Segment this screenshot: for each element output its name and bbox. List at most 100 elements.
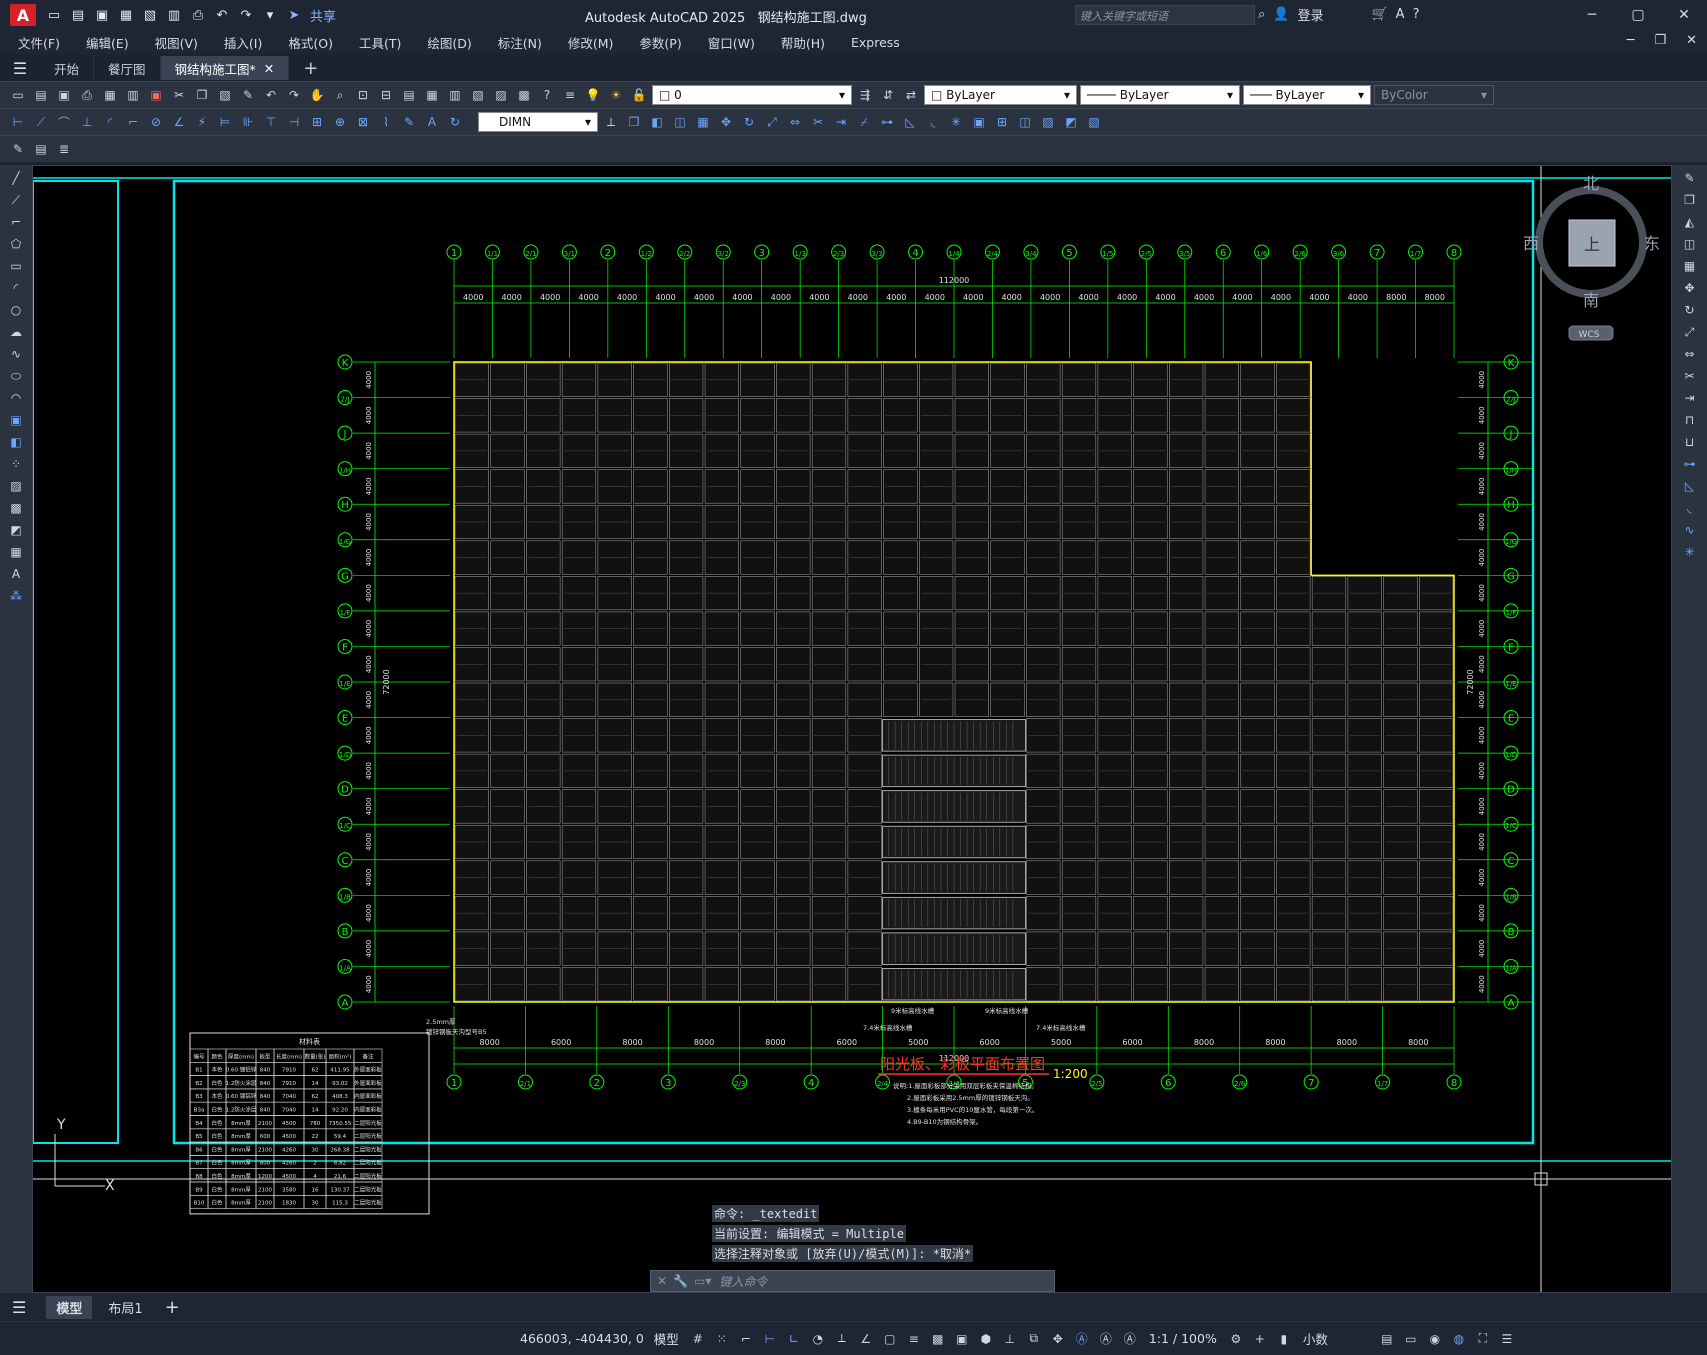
share-icon[interactable]: ➤ (284, 6, 304, 24)
undo-icon[interactable]: ↶ (261, 85, 281, 105)
layer-on-icon[interactable]: 💡 (583, 85, 603, 105)
customization-icon[interactable]: ☰ (1498, 1330, 1516, 1348)
doc-close-icon[interactable]: ✕ (1686, 33, 1697, 48)
menu-express[interactable]: Express (851, 35, 900, 50)
new-tab-button[interactable]: + (289, 56, 332, 80)
region-tool-icon[interactable]: ◩ (1061, 112, 1081, 132)
dynamic-input-icon[interactable]: ⊢ (761, 1330, 779, 1348)
menu-edit[interactable]: 编辑(E) (86, 33, 129, 52)
lineweight-icon[interactable]: ≡ (905, 1330, 923, 1348)
explode-tool-icon[interactable]: ✳ (946, 112, 966, 132)
user-icon[interactable]: 👤 (1273, 7, 1289, 22)
circle-icon[interactable]: ○ (5, 301, 27, 319)
menu-dimension[interactable]: 标注(N) (498, 33, 542, 52)
polygon-icon[interactable]: ⬠ (5, 235, 27, 253)
layer-dropdown[interactable]: □ 0 ▾ (652, 85, 852, 105)
fillet-icon[interactable]: ◟ (1679, 499, 1701, 517)
offset-tool-icon[interactable]: ◫ (670, 112, 690, 132)
rotate-tool-icon[interactable]: ↻ (739, 112, 759, 132)
revision-cloud-icon[interactable]: ☁ (5, 323, 27, 341)
menu-modify[interactable]: 修改(M) (568, 33, 614, 52)
join-tool-icon[interactable]: ⊶ (877, 112, 897, 132)
redo-icon[interactable]: ↷ (236, 6, 256, 24)
tab-layout1[interactable]: 布局1 (98, 1296, 152, 1319)
continue-icon[interactable]: ⊪ (238, 112, 258, 132)
text-edit-icon[interactable]: ✎ (8, 139, 28, 159)
annotation-scale-dropdown[interactable]: 1:1 / 100% (1149, 1331, 1217, 1346)
command-close-icon[interactable]: ✕ (657, 1274, 667, 1288)
linear-dimension-icon[interactable]: ⊢ (8, 112, 28, 132)
add-layout-icon[interactable]: + (165, 1297, 180, 1318)
plot-icon[interactable]: ⎙ (77, 85, 97, 105)
make-current-layer-icon[interactable]: ⇶ (855, 85, 875, 105)
menu-parametric[interactable]: 参数(P) (639, 33, 681, 52)
layout-menu-icon[interactable]: ☰ (12, 1298, 26, 1317)
layer-properties-icon[interactable]: ≡ (560, 85, 580, 105)
group-tool-icon[interactable]: ◫ (1015, 112, 1035, 132)
dimstyle-manager-icon[interactable]: ⟂ (601, 112, 621, 132)
mirror-icon[interactable]: ◭ (1679, 213, 1701, 231)
plot-icon[interactable]: ▥ (164, 6, 184, 24)
publish-icon[interactable]: ▧ (140, 6, 160, 24)
command-input[interactable]: 键入命令 (719, 1273, 767, 1290)
tab-close-icon[interactable]: ✕ (264, 61, 274, 76)
inspection-icon[interactable]: ⊠ (353, 112, 373, 132)
multiline-text-icon[interactable]: A (5, 565, 27, 583)
block-tool-icon[interactable]: ▣ (969, 112, 989, 132)
tool-palettes-icon[interactable]: ▥ (445, 85, 465, 105)
3d-osnap-icon[interactable]: ⬢ (977, 1330, 995, 1348)
selection-cycling-icon[interactable]: ▣ (953, 1330, 971, 1348)
layer-states-icon[interactable]: ⇄ (901, 85, 921, 105)
zoom-previous-icon[interactable]: ⊟ (376, 85, 396, 105)
annotation-monitor-icon[interactable]: + (1251, 1330, 1269, 1348)
erase-icon[interactable]: ✎ (1679, 169, 1701, 187)
undo-icon[interactable]: ↶ (212, 6, 232, 24)
search-input[interactable]: 键入关键字或短语 (1075, 5, 1255, 25)
make-block-icon[interactable]: ◧ (5, 433, 27, 451)
print-icon[interactable]: ⎙ (188, 6, 208, 24)
help-icon[interactable]: ? (537, 85, 557, 105)
break-icon[interactable]: ⊔ (1679, 433, 1701, 451)
stretch-tool-icon[interactable]: ⇔ (785, 112, 805, 132)
command-recent-icon[interactable]: ▭▾ (694, 1274, 711, 1288)
isodraft-icon[interactable]: ⟂ (833, 1330, 851, 1348)
workspace-gear-icon[interactable]: ⚙ (1227, 1330, 1245, 1348)
command-customize-icon[interactable]: 🔧 (673, 1274, 688, 1288)
annotation-visibility-icon[interactable]: Ⓐ (1073, 1330, 1091, 1348)
object-snap-icon[interactable]: ▢ (881, 1330, 899, 1348)
annotation-scale-icon[interactable]: Ⓐ (1121, 1330, 1139, 1348)
open-file-icon[interactable]: ▤ (68, 6, 88, 24)
insert-block-icon[interactable]: ▣ (5, 411, 27, 429)
point-icon[interactable]: ⁘ (5, 455, 27, 473)
image-tool-icon[interactable]: ▧ (1084, 112, 1104, 132)
zoom-realtime-icon[interactable]: ⌕ (330, 85, 350, 105)
selection-filter-icon[interactable]: ⧉ (1025, 1330, 1043, 1348)
dimstyle-dropdown[interactable]: DIMN ▾ (478, 112, 598, 132)
quick-dimension-icon[interactable]: ⚡ (192, 112, 212, 132)
close-icon[interactable]: ✕ (1661, 0, 1707, 30)
paste-icon[interactable]: ▧ (215, 85, 235, 105)
array-tool-icon[interactable]: ▦ (693, 112, 713, 132)
isolate-objects-icon[interactable]: ◉ (1426, 1330, 1444, 1348)
search-icon[interactable]: ⌕ (1258, 7, 1265, 22)
dynamic-ucs-icon[interactable]: ⊥ (1001, 1330, 1019, 1348)
array-icon[interactable]: ▦ (1679, 257, 1701, 275)
line-icon[interactable]: ╱ (5, 169, 27, 187)
plot-preview-icon[interactable]: ▦ (100, 85, 120, 105)
plotstyle-dropdown[interactable]: ByColor ▾ (1374, 85, 1494, 105)
markup-icon[interactable]: ▨ (491, 85, 511, 105)
lineweight-dropdown[interactable]: ─── ByLayer ▾ (1243, 85, 1371, 105)
grid-icon[interactable]: # (689, 1330, 707, 1348)
color-dropdown[interactable]: □ ByLayer ▾ (924, 85, 1077, 105)
sheet-set-icon[interactable]: ▧ (468, 85, 488, 105)
add-selected-icon[interactable]: ⁂ (5, 587, 27, 605)
cart-icon[interactable]: 🛒 (1371, 7, 1387, 22)
tab-start[interactable]: 开始 (40, 56, 95, 80)
dimension-break-icon[interactable]: ⊣ (284, 112, 304, 132)
arc-length-icon[interactable]: ⌒ (54, 112, 74, 132)
drawing-canvas[interactable]: Y X 1 1/1 2/1 3/1 2 1/2 2/2 3/2 3 1/3 2/3 3/3 4 1/4 2/4… (32, 165, 1672, 1293)
menu-file[interactable]: 文件(F) (18, 33, 60, 52)
lock-ui-icon[interactable]: ▭ (1402, 1330, 1420, 1348)
layer-tool-icon[interactable]: ≣ (54, 139, 74, 159)
customize-icon[interactable]: ▾ (260, 6, 280, 24)
